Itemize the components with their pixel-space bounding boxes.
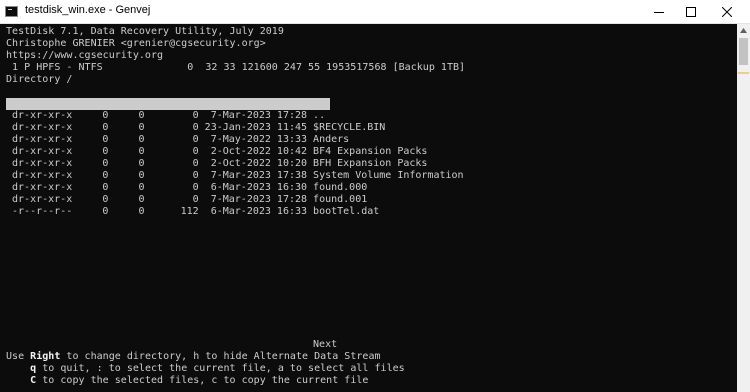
key-right: Right	[30, 351, 61, 362]
file-list-item[interactable]: dr-xr-xr-x 0 0 0 7-Mar-2023 17:38 System…	[6, 170, 464, 182]
scroll-up-arrow-icon[interactable]	[737, 24, 750, 37]
file-list-item[interactable]: >dr-xr-xr-x 0 0 0 7-Mar-2023 17:28 .	[6, 98, 330, 110]
file-list-item[interactable]: dr-xr-xr-x 0 0 0 7-May-2022 13:33 Anders	[6, 134, 349, 146]
scrollbar-thumb[interactable]	[739, 38, 748, 65]
window-titlebar: testdisk_win.exe - Genvej	[0, 0, 750, 24]
console-app-icon	[5, 6, 18, 17]
scrollbar-search-marker	[738, 72, 749, 74]
author-line: Christophe GRENIER <grenier@cgsecurity.o…	[6, 38, 266, 49]
window-title: testdisk_win.exe - Genvej	[25, 4, 151, 16]
directory-path: Directory /	[6, 74, 73, 85]
app-version-line: TestDisk 7.1, Data Recovery Utility, Jul…	[6, 26, 284, 37]
close-icon	[722, 7, 732, 17]
website-line: https://www.cgsecurity.org	[6, 50, 164, 61]
file-list-item[interactable]: dr-xr-xr-x 0 0 0 7-Mar-2023 17:28 ..	[6, 110, 330, 122]
help-line-2: q to quit, : to select the current file,…	[30, 363, 405, 374]
partition-info-line: 1 P HPFS - NTFS 0 32 33 121600 247 55 19…	[6, 62, 466, 73]
file-list-item[interactable]: dr-xr-xr-x 0 0 0 7-Mar-2023 17:28 found.…	[6, 194, 367, 206]
file-list-item[interactable]: dr-xr-xr-x 0 0 0 2-Oct-2022 10:42 BF4 Ex…	[6, 146, 427, 158]
file-list-item[interactable]: dr-xr-xr-x 0 0 0 23-Jan-2023 11:45 $RECY…	[6, 122, 385, 134]
file-list-item[interactable]: dr-xr-xr-x 0 0 0 2-Oct-2022 10:20 BFH Ex…	[6, 158, 427, 170]
help-line-3: C to copy the selected files, c to copy …	[30, 375, 369, 386]
help-line-1: Use Right to change directory, h to hide…	[6, 351, 381, 362]
file-list-item[interactable]: -r--r--r-- 0 0 112 6-Mar-2023 16:33 boot…	[6, 206, 379, 218]
maximize-icon	[686, 7, 696, 17]
next-page-link[interactable]: Next	[313, 339, 337, 351]
vertical-scrollbar[interactable]	[737, 24, 750, 392]
minimize-icon	[654, 12, 664, 13]
close-button[interactable]	[704, 0, 750, 24]
terminal-console[interactable]: TestDisk 7.1, Data Recovery Utility, Jul…	[0, 24, 737, 392]
file-list-item[interactable]: dr-xr-xr-x 0 0 0 6-Mar-2023 16:30 found.…	[6, 182, 367, 194]
